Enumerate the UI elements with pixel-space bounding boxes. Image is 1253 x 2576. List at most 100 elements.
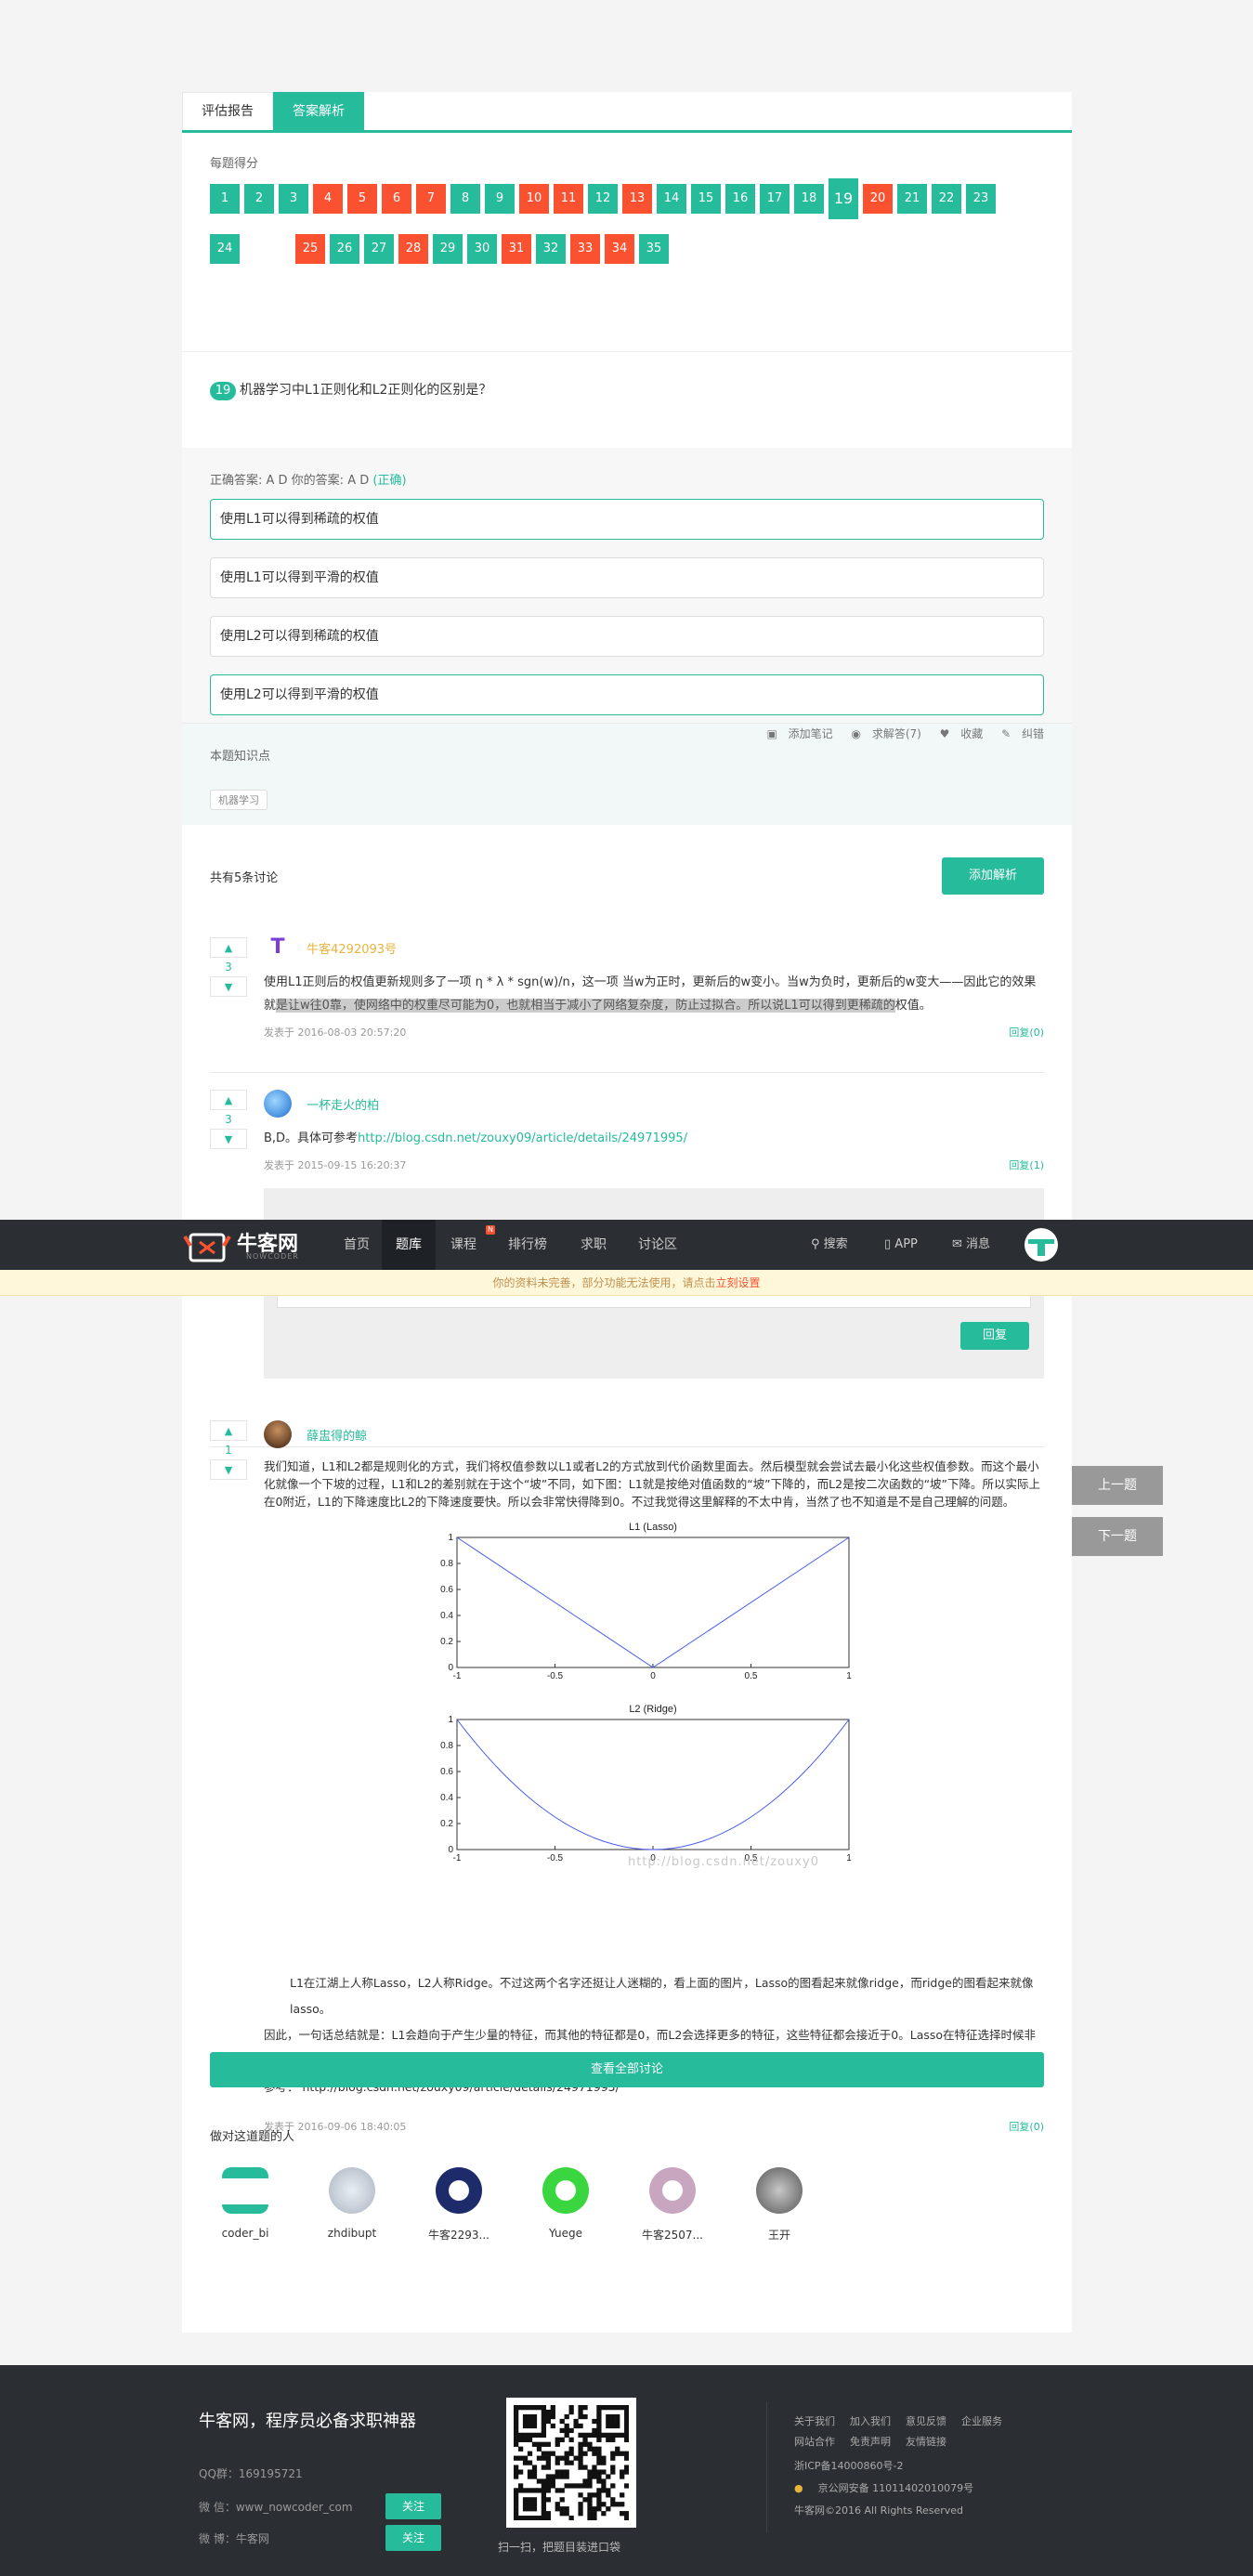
score-cell[interactable]: 30 [467,234,497,264]
score-cell[interactable]: 23 [966,184,996,214]
downvote-button[interactable]: ▼ [210,976,247,997]
score-cell[interactable]: 13 [622,184,652,214]
person[interactable]: 牛客2507... [635,2167,710,2243]
avatar[interactable] [264,1420,292,1448]
score-cell[interactable]: 17 [760,184,790,214]
score-cell[interactable]: 3 [279,184,308,214]
score-cell[interactable]: 25 [295,234,325,264]
score-cell[interactable]: 19 [829,178,858,219]
score-cell[interactable]: 21 [897,184,927,214]
tab-analysis[interactable]: 答案解析 [273,92,364,130]
score-cell[interactable]: 22 [932,184,961,214]
avatar[interactable] [436,2167,482,2214]
person[interactable]: zhdibupt [315,2167,389,2240]
nav-search[interactable]: ⚲ 搜索 [811,1220,848,1270]
comment-link[interactable]: http://blog.csdn.net/zouxy09/article/det… [358,1131,687,1145]
nav-course[interactable]: 课程 N [450,1220,495,1270]
knowledge-tag[interactable]: 机器学习 [210,790,268,810]
reply-link[interactable]: 回复(1) [1009,1157,1044,1172]
footer-link-about[interactable]: 关于我们 [794,2415,835,2427]
avatar[interactable] [649,2167,696,2214]
nav-forum[interactable]: 讨论区 [638,1220,677,1270]
avatar[interactable] [756,2167,803,2214]
prev-question-button[interactable]: 上一题 [1072,1466,1163,1505]
score-cell[interactable]: 12 [588,184,618,214]
reply-link[interactable]: 回复(0) [1009,2119,1044,2134]
comment-user[interactable]: 牛客4292093号 [307,943,397,957]
footer-link-enterprise[interactable]: 企业服务 [961,2415,1002,2427]
person[interactable]: 王开 [742,2167,816,2243]
view-all-discussions-button[interactable]: 查看全部讨论 [210,2052,1044,2087]
footer-link-join[interactable]: 加入我们 [850,2415,891,2427]
score-cell[interactable]: 29 [433,234,463,264]
footer-link-disclaimer[interactable]: 免责声明 [850,2436,891,2448]
avatar[interactable]: T [264,934,292,961]
next-question-button[interactable]: 下一题 [1072,1517,1163,1556]
score-cell[interactable]: 5 [347,184,377,214]
nav-app[interactable]: ▯ APP [884,1220,918,1270]
add-note-button[interactable]: ▣ 添加笔记 [760,727,833,740]
nav-jobs[interactable]: 求职 [581,1220,607,1270]
comment-user[interactable]: 薛盅得的鲸 [307,1430,367,1444]
user-avatar[interactable] [1025,1228,1058,1262]
logo[interactable]: 牛客网 NOWCODER [181,1225,320,1266]
comment-user[interactable]: 一杯走火的柏 [307,1099,379,1113]
score-cell[interactable]: 6 [382,184,411,214]
avatar[interactable] [264,1090,292,1118]
downvote-button[interactable]: ▼ [210,1129,247,1149]
score-cell[interactable]: 4 [313,184,343,214]
follow-wechat-button[interactable]: 关注 [385,2493,441,2519]
notice-link[interactable]: 立刻设置 [716,1276,761,1289]
score-cell[interactable]: 14 [657,184,686,214]
answer-option[interactable]: 使用L2可以得到稀疏的权值 [210,616,1044,657]
footer-link-feedback[interactable]: 意见反馈 [906,2415,946,2427]
nav-home[interactable]: 首页 [334,1220,379,1270]
score-cell[interactable]: 15 [691,184,721,214]
nav-ranking[interactable]: 排行榜 [508,1220,547,1270]
avatar[interactable] [222,2167,268,2214]
score-cell[interactable]: 20 [863,184,893,214]
add-explanation-button[interactable]: 添加解析 [942,857,1044,895]
score-cell[interactable]: 9 [485,184,515,214]
footer-link-partner[interactable]: 网站合作 [794,2436,835,2448]
favorite-button[interactable]: ♥ 收藏 [933,727,984,740]
score-cell[interactable]: 11 [554,184,583,214]
answer-option[interactable]: 使用L1可以得到平滑的权值 [210,557,1044,598]
person[interactable]: 牛客2293... [422,2167,496,2243]
score-cell[interactable]: 1 [210,184,240,214]
avatar[interactable] [542,2167,589,2214]
score-cell[interactable]: 27 [364,234,394,264]
score-cell[interactable]: 8 [450,184,480,214]
score-cell[interactable]: 26 [330,234,359,264]
follow-weibo-button[interactable]: 关注 [385,2525,441,2551]
nav-question-bank[interactable]: 题库 [382,1220,436,1270]
score-cell[interactable]: 28 [398,234,428,264]
answer-option[interactable]: 使用L2可以得到平滑的权值 [210,674,1044,715]
person[interactable]: coder_bi [208,2167,282,2240]
upvote-button[interactable]: ▲ [210,1090,247,1110]
reply-link[interactable]: 回复(0) [1009,1025,1044,1040]
footer-link-friends[interactable]: 友情链接 [906,2436,946,2448]
score-cell[interactable]: 33 [570,234,600,264]
score-cell[interactable]: 18 [794,184,824,214]
reply-button[interactable]: 回复 [960,1322,1029,1350]
nav-messages[interactable]: ✉ 消息 [952,1220,990,1270]
upvote-button[interactable]: ▲ [210,1420,247,1441]
score-cell[interactable]: 2 [244,184,274,214]
score-cell[interactable]: 35 [639,234,669,264]
tab-report[interactable]: 评估报告 [182,92,273,130]
report-error-button[interactable]: ✎ 纠错 [994,727,1044,740]
score-cell[interactable]: 24 [210,234,240,264]
score-cell[interactable]: 16 [725,184,755,214]
score-cell[interactable]: 7 [416,184,446,214]
person[interactable]: Yuege [529,2167,603,2240]
upvote-button[interactable]: ▲ [210,937,247,958]
score-cell[interactable]: 32 [536,234,566,264]
score-cell[interactable]: 10 [519,184,549,214]
ask-help-button[interactable]: ◉ 求解答(7) [844,727,921,740]
score-cell[interactable]: 34 [605,234,634,264]
score-cell[interactable]: 31 [502,234,531,264]
downvote-button[interactable]: ▼ [210,1459,247,1480]
avatar[interactable] [329,2167,375,2214]
answer-option[interactable]: 使用L1可以得到稀疏的权值 [210,499,1044,540]
